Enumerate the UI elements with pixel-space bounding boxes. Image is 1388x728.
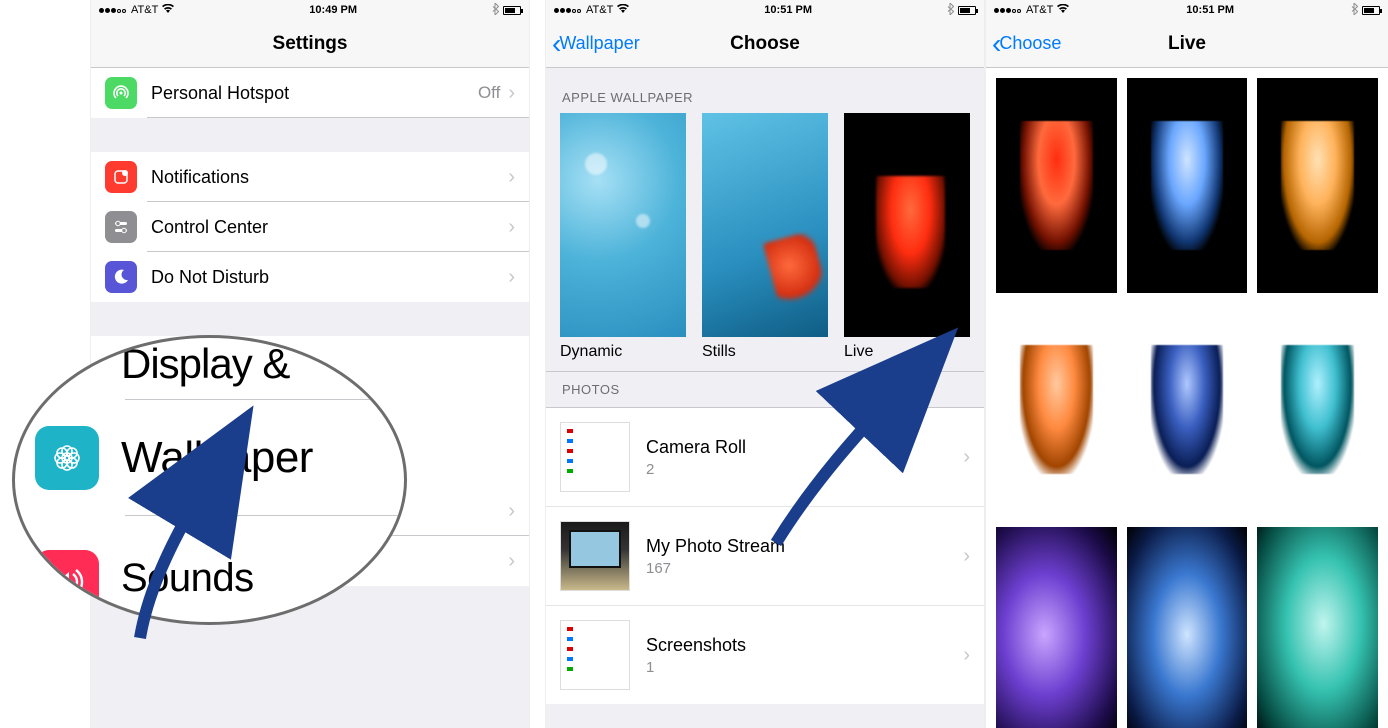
page-title: Choose bbox=[730, 33, 800, 55]
row-control-center[interactable]: Control Center › bbox=[91, 202, 529, 252]
row-value: Off bbox=[478, 83, 500, 103]
section-apple-wallpaper: Apple Wallpaper bbox=[546, 68, 984, 113]
row-label: Notifications bbox=[151, 167, 508, 188]
wallpaper-tile[interactable] bbox=[1127, 78, 1248, 293]
bluetooth-icon bbox=[947, 3, 954, 18]
back-label: Wallpaper bbox=[559, 33, 639, 54]
status-bar: AT&T 10:49 PM bbox=[91, 0, 529, 20]
category-stills[interactable]: Stills bbox=[702, 113, 828, 361]
signal-dots-icon bbox=[554, 4, 582, 16]
wallpaper-tile[interactable] bbox=[1127, 303, 1248, 518]
wifi-icon bbox=[1057, 4, 1069, 17]
status-bar: AT&T 10:51 PM bbox=[546, 0, 984, 20]
category-label: Live bbox=[844, 343, 970, 361]
carrier-label: AT&T bbox=[1026, 4, 1053, 16]
wallpaper-tile[interactable] bbox=[996, 527, 1117, 728]
phone-choose: AT&T 10:51 PM ‹ Wallpaper Choose Apple W… bbox=[545, 0, 985, 728]
wallpaper-tile[interactable] bbox=[1127, 527, 1248, 728]
album-name: Screenshots bbox=[646, 635, 746, 656]
album-thumb bbox=[560, 422, 630, 492]
signal-dots-icon bbox=[994, 4, 1022, 16]
wallpaper-tile[interactable] bbox=[1257, 527, 1378, 728]
page-title: Live bbox=[1168, 33, 1206, 55]
nav-bar: ‹ Choose Live bbox=[986, 20, 1388, 68]
notifications-icon bbox=[105, 161, 137, 193]
chevron-right-icon: › bbox=[963, 545, 970, 568]
album-thumb bbox=[560, 521, 630, 591]
sounds-icon bbox=[35, 550, 99, 614]
bluetooth-icon bbox=[1351, 3, 1358, 18]
control-center-icon bbox=[105, 211, 137, 243]
mag-label: Wallpaper bbox=[121, 433, 313, 483]
chevron-right-icon: › bbox=[508, 500, 515, 523]
callout-arrow-icon bbox=[756, 388, 926, 563]
wallpaper-icon bbox=[35, 426, 99, 490]
chevron-right-icon: › bbox=[963, 644, 970, 667]
wallpaper-tile[interactable] bbox=[996, 303, 1117, 518]
live-wallpaper-grid bbox=[986, 68, 1388, 728]
wallpaper-tile[interactable] bbox=[996, 78, 1117, 293]
back-label: Choose bbox=[999, 33, 1061, 54]
wallpaper-categories: Dynamic Stills Live bbox=[546, 113, 984, 371]
battery-icon bbox=[958, 6, 976, 15]
chevron-right-icon: › bbox=[508, 166, 515, 189]
row-notifications[interactable]: Notifications › bbox=[91, 152, 529, 202]
row-label: Do Not Disturb bbox=[151, 267, 508, 288]
hotspot-icon bbox=[105, 77, 137, 109]
chevron-right-icon: › bbox=[963, 446, 970, 469]
status-time: 10:49 PM bbox=[309, 4, 357, 16]
wifi-icon bbox=[617, 4, 629, 17]
wallpaper-tile[interactable] bbox=[1257, 78, 1378, 293]
chevron-right-icon: › bbox=[508, 82, 515, 105]
mag-label: Display & bbox=[121, 340, 289, 388]
row-label: Personal Hotspot bbox=[151, 83, 478, 104]
album-screenshots[interactable]: Screenshots 1 › bbox=[546, 606, 984, 704]
battery-icon bbox=[503, 6, 521, 15]
nav-bar: ‹ Wallpaper Choose bbox=[546, 20, 984, 68]
status-time: 10:51 PM bbox=[1186, 4, 1234, 16]
carrier-label: AT&T bbox=[586, 4, 613, 16]
mag-row-display[interactable]: Display & bbox=[15, 335, 404, 400]
row-do-not-disturb[interactable]: Do Not Disturb › bbox=[91, 252, 529, 302]
chevron-right-icon: › bbox=[508, 216, 515, 239]
page-title: Settings bbox=[273, 33, 348, 55]
category-label: Stills bbox=[702, 343, 828, 361]
back-button[interactable]: ‹ Wallpaper bbox=[552, 33, 640, 54]
moon-icon bbox=[105, 261, 137, 293]
category-live[interactable]: Live bbox=[844, 113, 970, 361]
back-button[interactable]: ‹ Choose bbox=[992, 33, 1061, 54]
callout-arrow-icon bbox=[120, 478, 260, 653]
album-count: 1 bbox=[646, 659, 746, 676]
wallpaper-tile[interactable] bbox=[1257, 303, 1378, 518]
category-dynamic[interactable]: Dynamic bbox=[560, 113, 686, 361]
album-name: Camera Roll bbox=[646, 437, 746, 458]
status-bar: AT&T 10:51 PM bbox=[986, 0, 1388, 20]
stills-thumb bbox=[702, 113, 828, 337]
wifi-icon bbox=[162, 4, 174, 17]
signal-dots-icon bbox=[99, 4, 127, 16]
carrier-label: AT&T bbox=[131, 4, 158, 16]
album-count: 2 bbox=[646, 461, 746, 478]
row-label: Control Center bbox=[151, 217, 508, 238]
nav-bar: Settings bbox=[91, 20, 529, 68]
row-personal-hotspot[interactable]: Personal Hotspot Off › bbox=[91, 68, 529, 118]
chevron-right-icon: › bbox=[508, 266, 515, 289]
phone-live: AT&T 10:51 PM ‹ Choose Live bbox=[985, 0, 1388, 728]
bluetooth-icon bbox=[492, 3, 499, 18]
status-time: 10:51 PM bbox=[764, 4, 812, 16]
category-label: Dynamic bbox=[560, 343, 686, 361]
dynamic-thumb bbox=[560, 113, 686, 337]
live-thumb bbox=[844, 113, 970, 337]
chevron-right-icon: › bbox=[508, 550, 515, 573]
battery-icon bbox=[1362, 6, 1380, 15]
album-thumb bbox=[560, 620, 630, 690]
